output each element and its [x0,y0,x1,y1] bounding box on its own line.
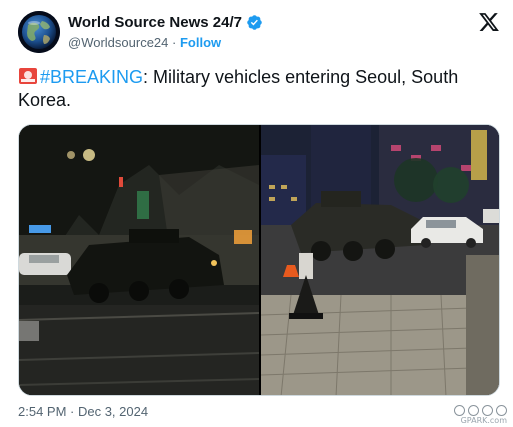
tweet-timestamp[interactable]: 2:54 PM · Dec 3, 2024 [18,404,148,419]
watermark: GPARK.com [454,405,507,425]
verified-badge-icon [247,15,262,30]
author-handle[interactable]: @Worldsource24 [68,35,168,50]
author-handle-line: @Worldsource24 · Follow [68,35,221,50]
watermark-face-icon [454,405,465,416]
siren-icon [19,68,37,84]
globe-icon [18,11,60,53]
author-display-name[interactable]: World Source News 24/7 [68,14,242,31]
tweet-card: World Source News 24/7 @Worldsource24 · … [0,0,513,427]
watermark-icons [454,405,507,416]
separator-dot: · [172,35,177,50]
watermark-face-icon [468,405,479,416]
author-avatar[interactable] [18,11,60,53]
military-vehicle-photo-right[interactable] [261,125,499,395]
watermark-face-icon [482,405,493,416]
tweet-media[interactable] [18,124,500,396]
watermark-text: GPARK.com [460,416,507,425]
author-name-line: World Source News 24/7 [68,14,263,31]
watermark-face-icon [496,405,507,416]
x-logo-icon[interactable] [478,11,500,33]
military-vehicle-photo-left[interactable] [19,125,259,395]
hashtag-breaking[interactable]: #BREAKING [40,67,143,87]
follow-button[interactable]: Follow [180,35,221,50]
tweet-text: #BREAKING: Military vehicles entering Se… [18,66,488,112]
